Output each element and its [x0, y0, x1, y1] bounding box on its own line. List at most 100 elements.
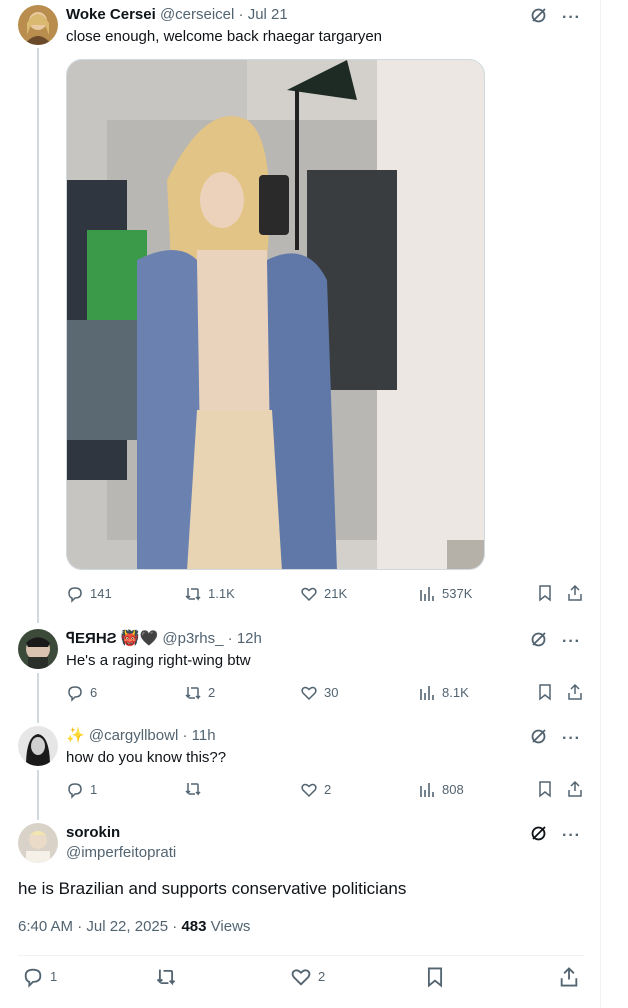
views-button[interactable]: 8.1K — [418, 683, 469, 703]
name-emoji: ✨ — [66, 727, 85, 744]
like-button[interactable]: 2 — [290, 966, 325, 988]
like-icon — [301, 783, 317, 798]
reply-count: 141 — [90, 586, 112, 601]
divider — [18, 955, 584, 956]
reply-icon — [68, 587, 82, 603]
tweet-top-icons: ··· — [530, 6, 581, 29]
main-timestamp[interactable]: 6:40 AM · Jul 22, 2025 — [18, 918, 168, 935]
repost-button[interactable]: 2 — [184, 683, 215, 703]
repost-button[interactable]: 1.1K — [184, 584, 235, 604]
like-icon — [291, 969, 311, 986]
reply-button[interactable]: 141 — [66, 584, 112, 604]
tweet-actions: 1 2 808 — [66, 780, 586, 800]
views-count: 8.1K — [442, 685, 469, 700]
tweet-top-icons: ··· — [530, 824, 581, 847]
tweet-cargyllbowl[interactable]: ✨ @cargyllbowl · 11h ··· how do you know… — [0, 712, 601, 820]
handle[interactable]: @p3rhs_ — [162, 630, 223, 647]
share-button[interactable] — [558, 966, 580, 988]
tweet-photo[interactable] — [66, 59, 485, 570]
photo-image — [67, 60, 484, 569]
share-icon — [568, 780, 582, 797]
share-button[interactable] — [566, 780, 584, 798]
like-icon — [301, 587, 317, 602]
tweet-top-icons: ··· — [530, 727, 581, 750]
grok-icon[interactable] — [530, 824, 548, 847]
like-icon — [301, 686, 317, 701]
timestamp[interactable]: 12h — [237, 630, 262, 647]
views-count: 808 — [442, 782, 464, 797]
like-button[interactable]: 21K — [300, 584, 347, 604]
main-tweet-text: he is Brazilian and supports conservativ… — [18, 879, 407, 898]
tweet-header: ✨ @cargyllbowl · 11h — [66, 726, 216, 746]
bookmark-button[interactable] — [424, 966, 446, 988]
repost-icon — [185, 687, 201, 700]
repost-button[interactable] — [184, 780, 202, 798]
name-emoji: 👹🖤 — [120, 630, 159, 647]
share-icon — [568, 584, 582, 601]
tweet-text: He's a raging right-wing btw — [66, 652, 251, 669]
reply-button[interactable]: 6 — [66, 683, 97, 703]
more-icon[interactable]: ··· — [562, 730, 581, 747]
main-tweet-actions: 1 2 — [18, 966, 584, 990]
repost-button[interactable] — [155, 966, 177, 988]
grok-icon[interactable] — [530, 630, 548, 653]
reply-button[interactable]: 1 — [22, 966, 57, 988]
tweet-top-icons: ··· — [530, 630, 581, 653]
tweet-actions: 6 2 30 8.1K — [66, 683, 586, 703]
handle[interactable]: @cerseicel — [160, 6, 234, 23]
grok-icon[interactable] — [530, 6, 548, 29]
more-icon[interactable]: ··· — [562, 9, 581, 26]
reply-icon — [24, 968, 42, 988]
views-icon — [420, 587, 434, 601]
avatar[interactable] — [18, 629, 58, 669]
separator: · — [238, 6, 244, 23]
main-views-count: 483 — [181, 918, 207, 935]
timeline-frame: Woke Cersei @cerseicel · Jul 21 ··· clos… — [0, 0, 601, 1008]
timestamp[interactable]: 11h — [192, 727, 216, 744]
bookmark-button[interactable] — [536, 584, 554, 602]
avatar[interactable] — [18, 823, 58, 863]
bookmark-button[interactable] — [536, 683, 554, 701]
tweet-text: close enough, welcome back rhaegar targa… — [66, 28, 383, 45]
views-count: 537K — [442, 586, 473, 601]
views-button[interactable]: 537K — [418, 584, 472, 604]
grok-icon[interactable] — [530, 727, 548, 750]
share-button[interactable] — [566, 584, 584, 602]
more-icon[interactable]: ··· — [562, 827, 581, 844]
bookmark-button[interactable] — [536, 780, 554, 798]
views-icon — [420, 686, 434, 700]
tweet-text: how do you know this?? — [66, 749, 227, 766]
like-count: 2 — [324, 782, 332, 797]
share-button[interactable] — [566, 683, 584, 701]
avatar[interactable] — [18, 726, 58, 766]
thread-line — [37, 48, 39, 623]
views-button[interactable]: 808 — [418, 780, 464, 800]
reply-button[interactable]: 1 — [66, 780, 97, 800]
reply-count: 1 — [90, 782, 98, 797]
reply-icon — [68, 783, 82, 799]
bookmark-icon — [539, 684, 551, 701]
like-button[interactable]: 2 — [300, 780, 331, 800]
avatar[interactable] — [18, 5, 58, 45]
reply-count: 6 — [90, 685, 98, 700]
like-button[interactable]: 30 — [300, 683, 338, 703]
main-views-label: Views — [210, 918, 251, 935]
tweet-cerseicel[interactable]: Woke Cersei @cerseicel · Jul 21 ··· clos… — [0, 0, 601, 623]
repost-icon — [185, 588, 201, 601]
like-count: 21K — [324, 586, 348, 601]
tweet-handle-row: @imperfeitoprati — [66, 843, 176, 863]
tweet-actions: 141 1.1K 21K 537K — [66, 584, 586, 604]
separator: · — [182, 727, 188, 744]
reply-icon — [68, 686, 82, 702]
bookmark-icon — [539, 585, 551, 602]
tweet-p3rhs[interactable]: ꟼEЯHƧ 👹🖤 @p3rhs_ · 12h ··· He's a raging… — [0, 612, 601, 723]
timestamp[interactable]: Jul 21 — [248, 6, 288, 23]
handle[interactable]: @cargyllbowl — [89, 727, 178, 744]
more-icon[interactable]: ··· — [562, 633, 581, 650]
tweet-header: ꟼEЯHƧ 👹🖤 @p3rhs_ · 12h — [66, 629, 262, 649]
display-name[interactable]: sorokin — [66, 824, 120, 841]
handle[interactable]: @imperfeitoprati — [66, 844, 176, 861]
display-name[interactable]: ꟼEЯHƧ — [66, 630, 117, 647]
display-name[interactable]: Woke Cersei — [66, 6, 156, 23]
tweet-header: Woke Cersei @cerseicel · Jul 21 — [66, 5, 288, 25]
